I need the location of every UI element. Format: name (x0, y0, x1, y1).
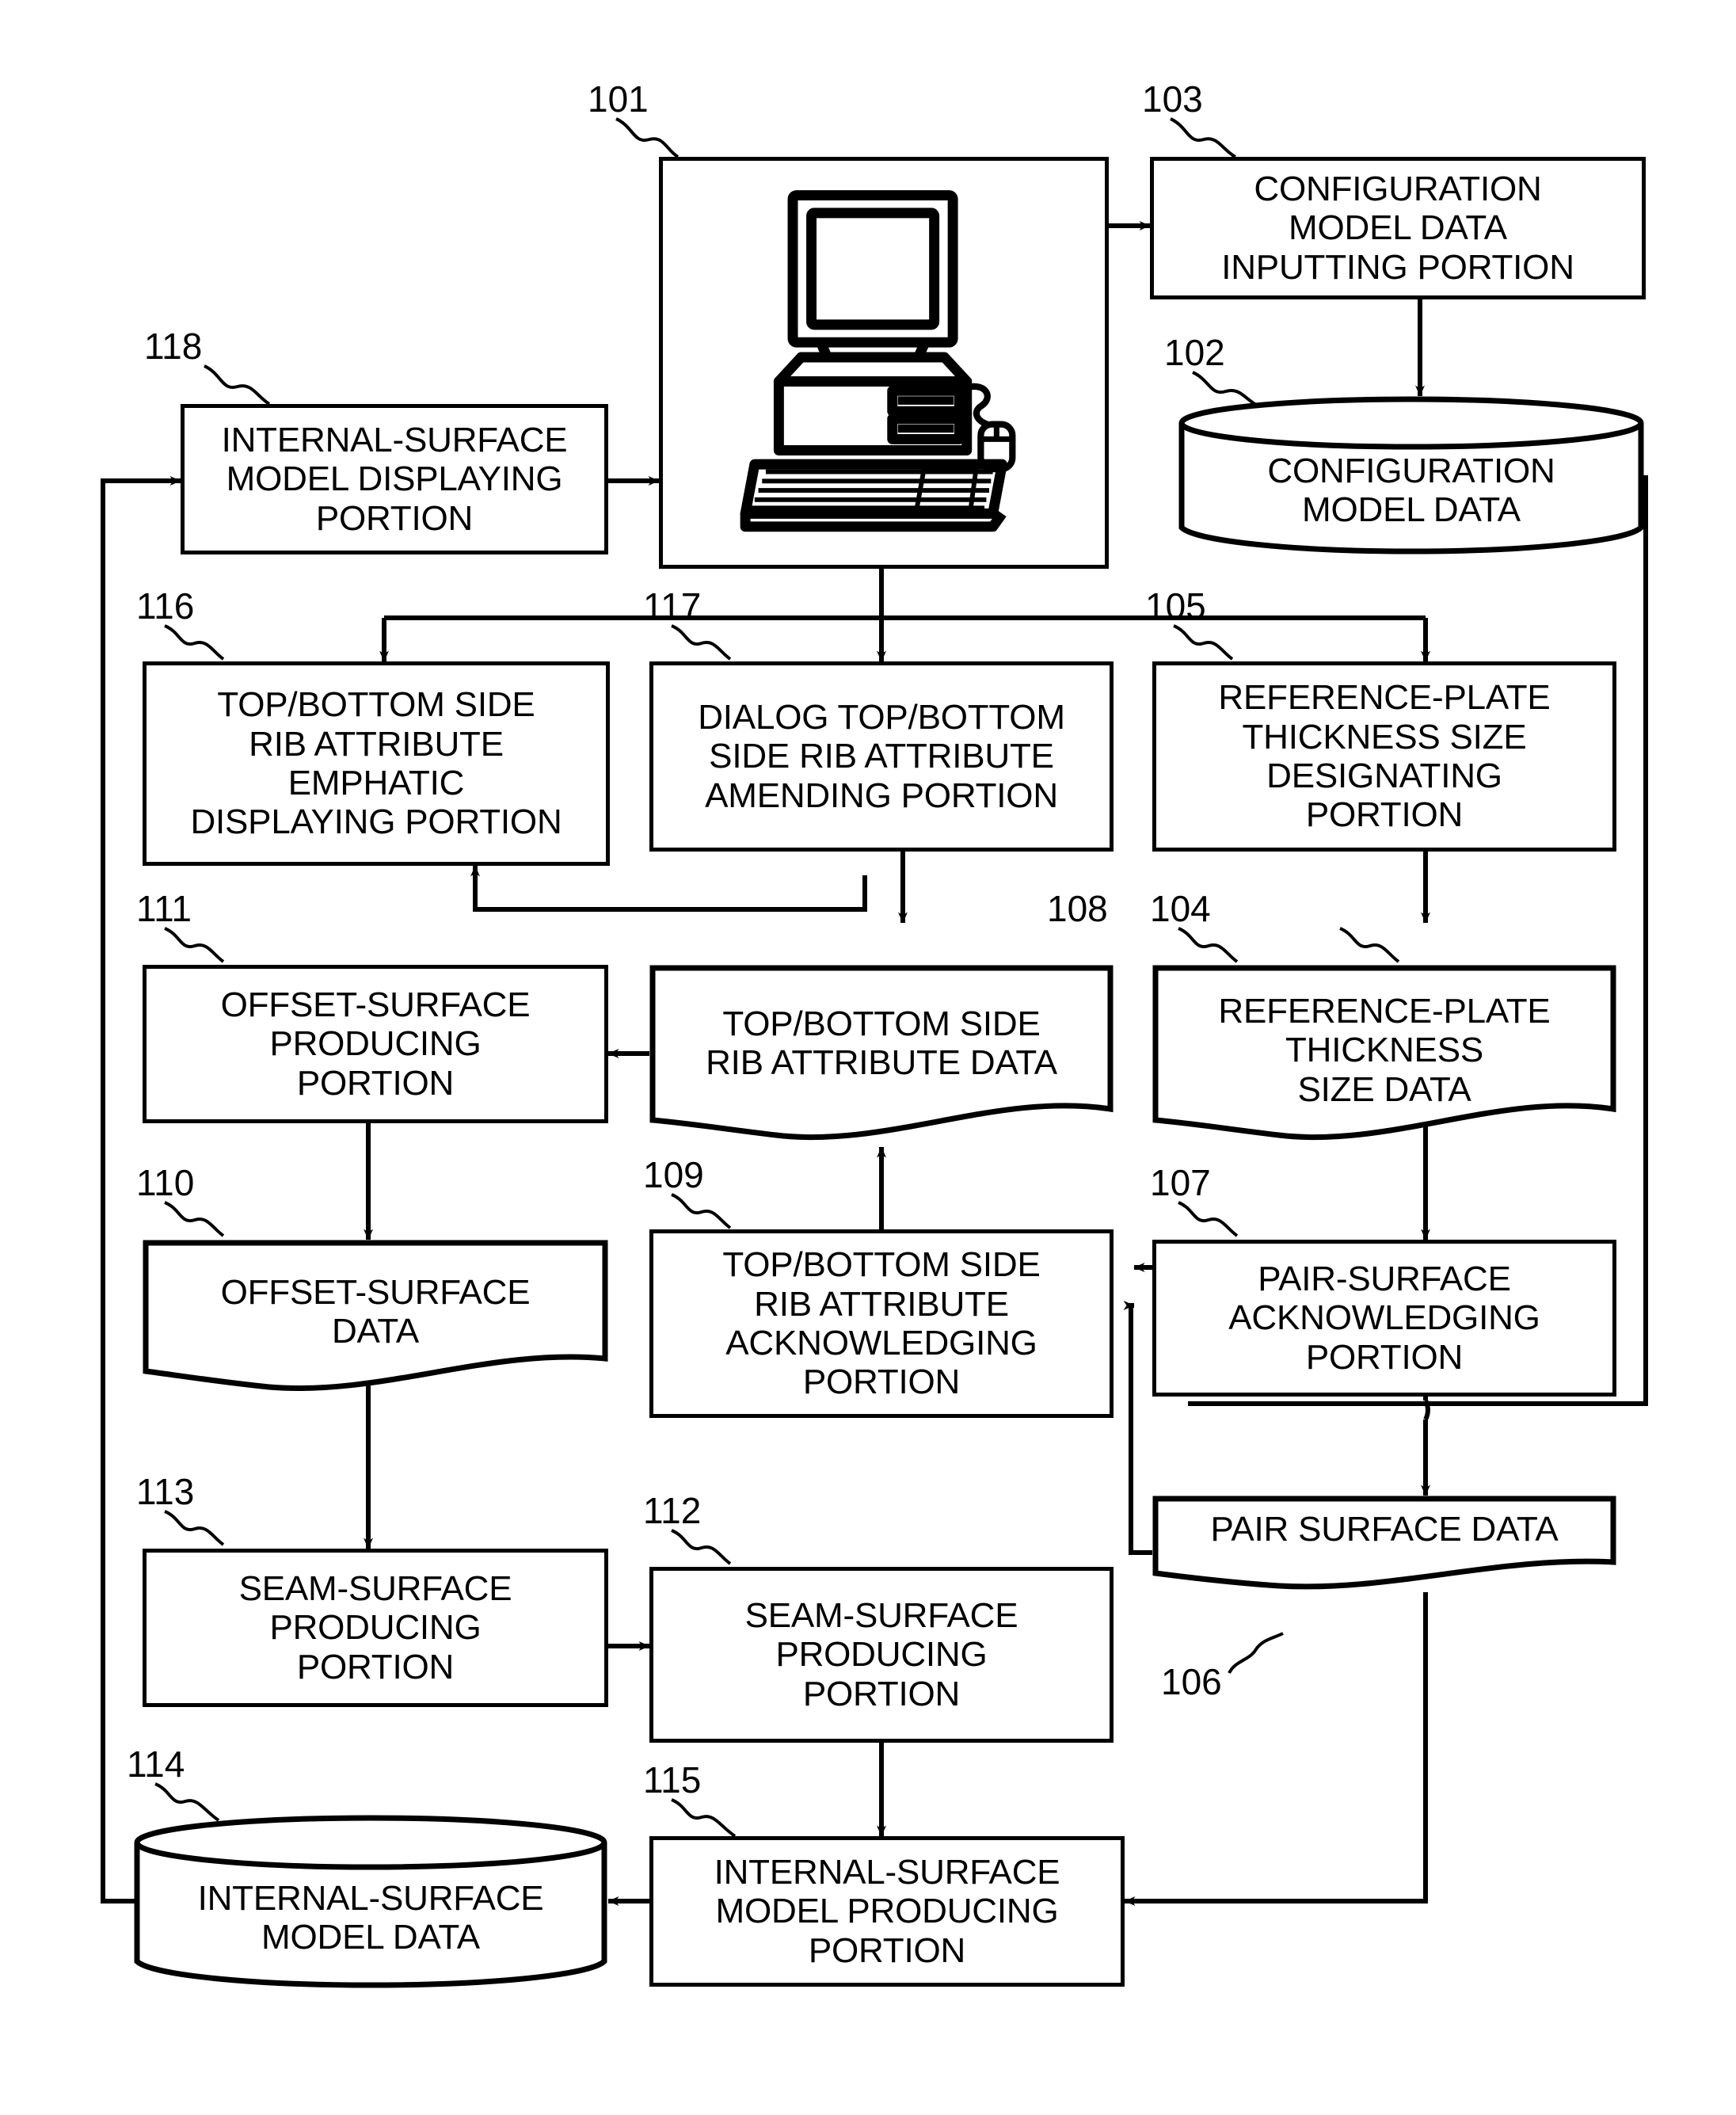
node-104-label: REFERENCE-PLATE THICKNESS SIZE DATA (1218, 992, 1551, 1109)
desktop-computer-icon (740, 190, 1016, 532)
node-118-label: INTERNAL-SURFACE MODEL DISPLAYING PORTIO… (221, 421, 568, 538)
node-116-label: TOP/BOTTOM SIDE RIB ATTRIBUTE EMPHATIC D… (190, 685, 562, 842)
node-109-top-bottom-side-rib-attribute-acknowledging-portion: TOP/BOTTOM SIDE RIB ATTRIBUTE ACKNOWLEDG… (649, 1229, 1114, 1418)
node-108-label: TOP/BOTTOM SIDE RIB ATTRIBUTE DATA (706, 1004, 1057, 1083)
node-107-pair-surface-acknowledging-portion: PAIR-SURFACE ACKNOWLEDGING PORTION (1152, 1240, 1616, 1397)
node-106-label: PAIR SURFACE DATA (1210, 1510, 1559, 1549)
node-104-reference-plate-thickness-size-data: REFERENCE-PLATE THICKNESS SIZE DATA (1152, 965, 1616, 1147)
refnum-105: 105 (1145, 585, 1206, 627)
node-117-label: DIALOG TOP/BOTTOM SIDE RIB ATTRIBUTE AME… (698, 698, 1065, 815)
node-113-seam-surface-producing-portion: SEAM-SURFACE PRODUCING PORTION (143, 1549, 608, 1707)
node-115-label: INTERNAL-SURFACE MODEL PRODUCING PORTION (714, 1853, 1060, 1970)
refnum-111: 111 (136, 888, 192, 929)
refnum-117: 117 (643, 585, 702, 627)
node-107-label: PAIR-SURFACE ACKNOWLEDGING PORTION (1228, 1259, 1540, 1377)
node-118-internal-surface-model-displaying-portion: INTERNAL-SURFACE MODEL DISPLAYING PORTIO… (181, 404, 608, 554)
node-109-label: TOP/BOTTOM SIDE RIB ATTRIBUTE ACKNOWLEDG… (722, 1245, 1041, 1402)
node-111-offset-surface-producing-portion: OFFSET-SURFACE PRODUCING PORTION (143, 965, 608, 1123)
node-103-label: CONFIGURATION MODEL DATA INPUTTING PORTI… (1221, 170, 1574, 287)
patent-figure: CONFIGURATION MODEL DATA INPUTTING PORTI… (0, 0, 1736, 2115)
node-111-label: OFFSET-SURFACE PRODUCING PORTION (220, 985, 531, 1103)
node-105-reference-plate-thickness-size-designating-portion: REFERENCE-PLATE THICKNESS SIZE DESIGNATI… (1152, 661, 1616, 852)
node-102-configuration-model-data: CONFIGURATION MODEL DATA (1178, 396, 1645, 554)
refnum-114: 114 (127, 1743, 185, 1785)
refnum-113: 113 (136, 1471, 195, 1512)
node-108-top-bottom-side-rib-attribute-data: TOP/BOTTOM SIDE RIB ATTRIBUTE DATA (649, 965, 1114, 1147)
node-105-label: REFERENCE-PLATE THICKNESS SIZE DESIGNATI… (1218, 678, 1551, 835)
refnum-101: 101 (588, 78, 649, 120)
refnum-106: 106 (1161, 1661, 1222, 1702)
node-114-internal-surface-model-data: INTERNAL-SURFACE MODEL DATA (133, 1814, 608, 1990)
refnum-108: 108 (1047, 888, 1108, 929)
refnum-102: 102 (1164, 332, 1225, 373)
node-102-label: CONFIGURATION MODEL DATA (1267, 452, 1555, 530)
refnum-103: 103 (1142, 78, 1203, 120)
node-112-label: SEAM-SURFACE PRODUCING PORTION (744, 1596, 1018, 1713)
refnum-115: 115 (643, 1759, 702, 1801)
node-110-offset-surface-data: OFFSET-SURFACE DATA (143, 1240, 608, 1398)
refnum-107: 107 (1150, 1162, 1211, 1203)
refnum-104: 104 (1150, 888, 1211, 929)
refnum-118: 118 (144, 326, 203, 367)
refnum-110: 110 (136, 1162, 195, 1203)
refnum-109: 109 (643, 1154, 704, 1195)
node-115-internal-surface-model-producing-portion: INTERNAL-SURFACE MODEL PRODUCING PORTION (649, 1836, 1125, 1987)
refnum-116: 116 (136, 585, 195, 627)
node-116-top-bottom-side-rib-attribute-emphatic-displaying-portion: TOP/BOTTOM SIDE RIB ATTRIBUTE EMPHATIC D… (143, 661, 610, 866)
node-112-seam-surface-producing-portion: SEAM-SURFACE PRODUCING PORTION (649, 1567, 1114, 1743)
node-113-label: SEAM-SURFACE PRODUCING PORTION (238, 1569, 512, 1686)
node-103-configuration-model-data-inputting-portion: CONFIGURATION MODEL DATA INPUTTING PORTI… (1150, 157, 1646, 299)
node-106-pair-surface-data: PAIR SURFACE DATA (1152, 1496, 1616, 1597)
node-110-label: OFFSET-SURFACE DATA (220, 1273, 531, 1351)
node-117-dialog-top-bottom-side-rib-attribute-amending-portion: DIALOG TOP/BOTTOM SIDE RIB ATTRIBUTE AME… (649, 661, 1114, 852)
refnum-112: 112 (643, 1490, 702, 1531)
node-114-label: INTERNAL-SURFACE MODEL DATA (197, 1879, 544, 1957)
